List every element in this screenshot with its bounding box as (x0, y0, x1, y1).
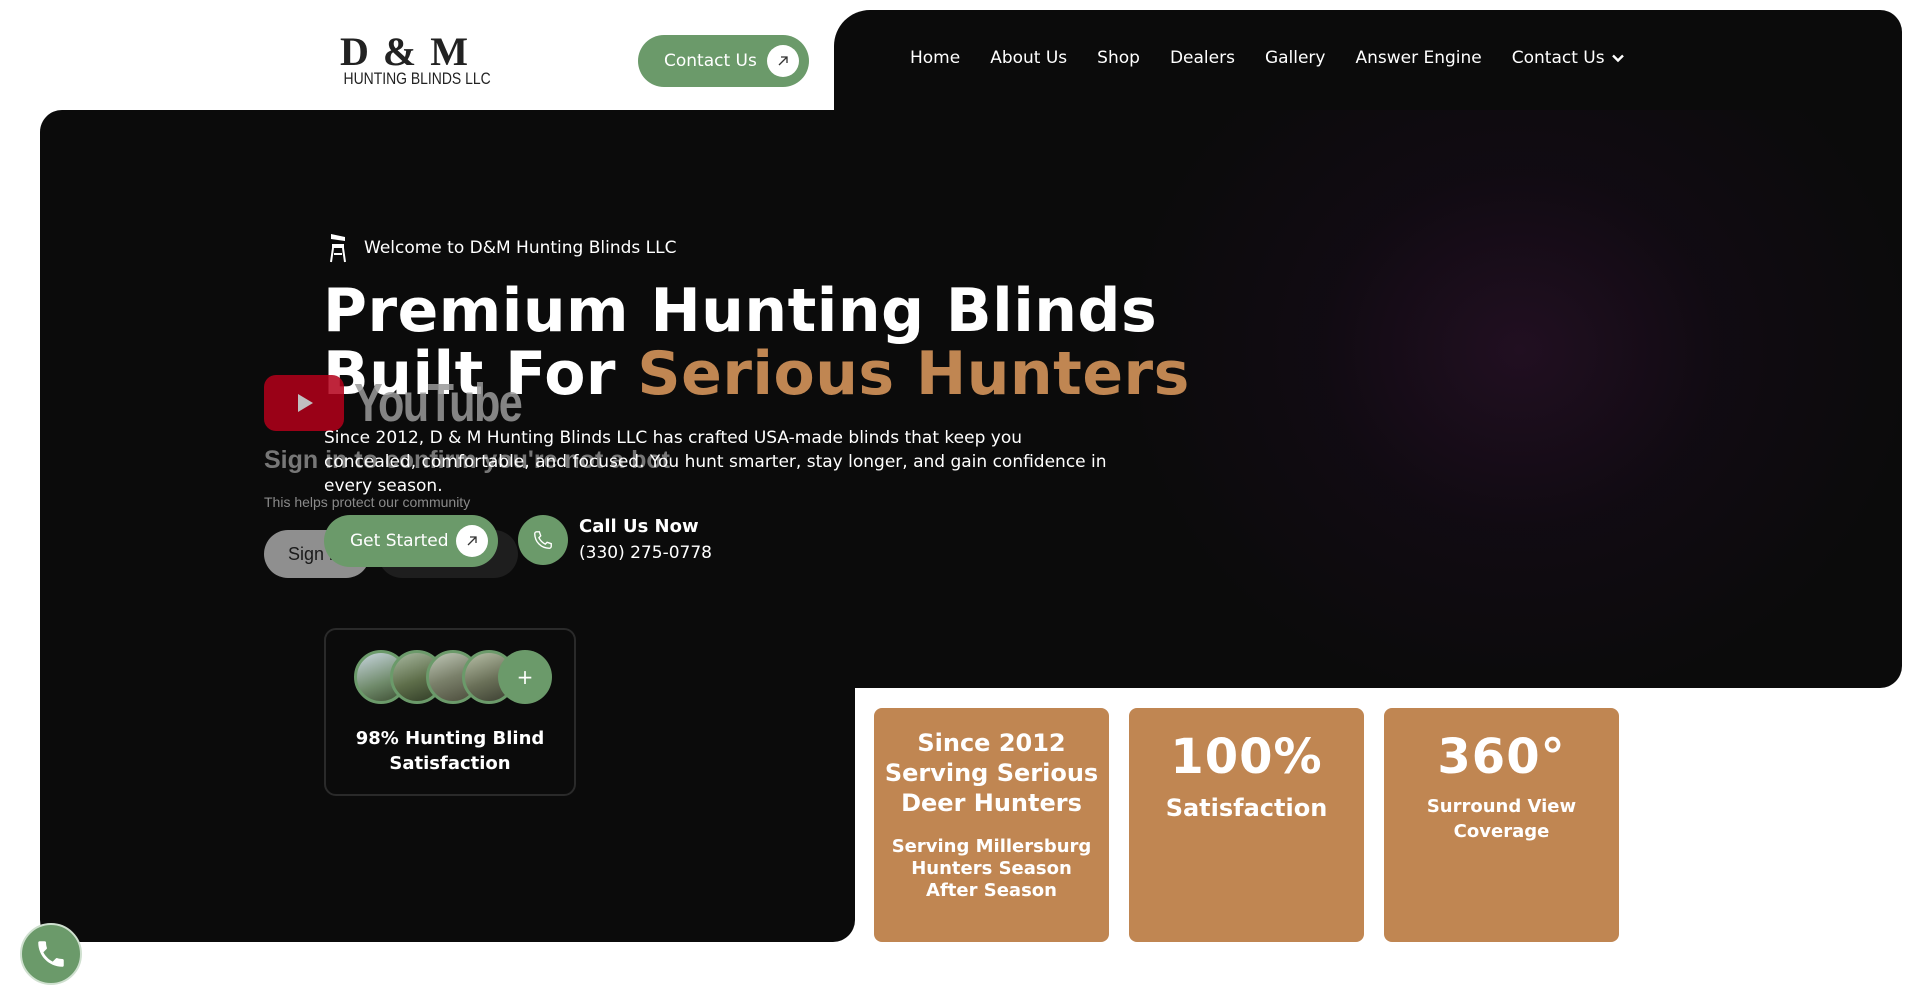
chevron-down-icon (1611, 54, 1624, 63)
headline-line-1: Premium Hunting Blinds (323, 276, 1158, 346)
satisfaction-text: 98% Hunting Blind Satisfaction (355, 728, 545, 774)
call-number[interactable]: (330) 275-0778 (579, 543, 712, 563)
nav-contact-us[interactable]: Contact Us (1512, 48, 1625, 68)
hero-background-video (1120, 110, 1902, 688)
nav-gallery[interactable]: Gallery (1265, 48, 1326, 68)
stat-card-since-2012: Since 2012 Serving Serious Deer Hunters … (874, 708, 1109, 942)
get-started-button[interactable]: Get Started (324, 515, 498, 567)
nav-home[interactable]: Home (910, 48, 960, 68)
arrow-up-right-icon (767, 45, 799, 77)
headline-accent: Serious Hunters (637, 339, 1190, 409)
satisfaction-card: + 98% Hunting Blind Satisfaction (324, 628, 576, 796)
plus-icon: + (498, 650, 552, 704)
youtube-play-icon (264, 375, 344, 431)
logo-main-text: D & M (340, 29, 470, 74)
phone-icon (38, 941, 64, 967)
stat-label: Surround View Coverage (1426, 796, 1577, 842)
stat-card-coverage: 360° Surround View Coverage (1384, 708, 1619, 942)
youtube-overlay: YouTube (264, 372, 563, 434)
stat-number: 360° (1437, 729, 1566, 785)
header-contact-button[interactable]: Contact Us (638, 35, 809, 87)
floating-call-button[interactable] (20, 923, 82, 985)
call-title: Call Us Now (579, 516, 699, 537)
youtube-wordmark: YouTube (354, 373, 523, 433)
stat-title: Since 2012 Serving Serious Deer Hunters (884, 729, 1099, 817)
hunting-stand-icon (330, 234, 346, 263)
welcome-line: Welcome to D&M Hunting Blinds LLC (326, 232, 677, 264)
nav-dealers[interactable]: Dealers (1170, 48, 1235, 68)
nav-shop[interactable]: Shop (1097, 48, 1140, 68)
welcome-text: Welcome to D&M Hunting Blinds LLC (364, 238, 677, 258)
logo-sub-text: HUNTING BLINDS LLC (343, 69, 491, 88)
customer-avatars: + (354, 650, 552, 704)
stat-number: 100% (1170, 729, 1323, 785)
site-logo[interactable]: D & M HUNTING BLINDS LLC (330, 29, 491, 88)
phone-icon[interactable] (518, 515, 568, 565)
stat-subtitle: Serving Millersburg Hunters Season After… (891, 836, 1092, 901)
hero-description: Since 2012, D & M Hunting Blinds LLC has… (324, 428, 1107, 496)
header-contact-label: Contact Us (664, 51, 757, 71)
get-started-label: Get Started (350, 531, 449, 551)
arrow-up-right-icon (456, 525, 488, 557)
stat-label: Satisfaction (1165, 794, 1328, 822)
stat-card-satisfaction: 100% Satisfaction (1129, 708, 1364, 942)
nav-answer-engine[interactable]: Answer Engine (1355, 48, 1481, 68)
nav-contact-label: Contact Us (1511, 48, 1605, 68)
main-nav: Home About Us Shop Dealers Gallery Answe… (910, 48, 1625, 68)
nav-about-us[interactable]: About Us (990, 48, 1067, 68)
